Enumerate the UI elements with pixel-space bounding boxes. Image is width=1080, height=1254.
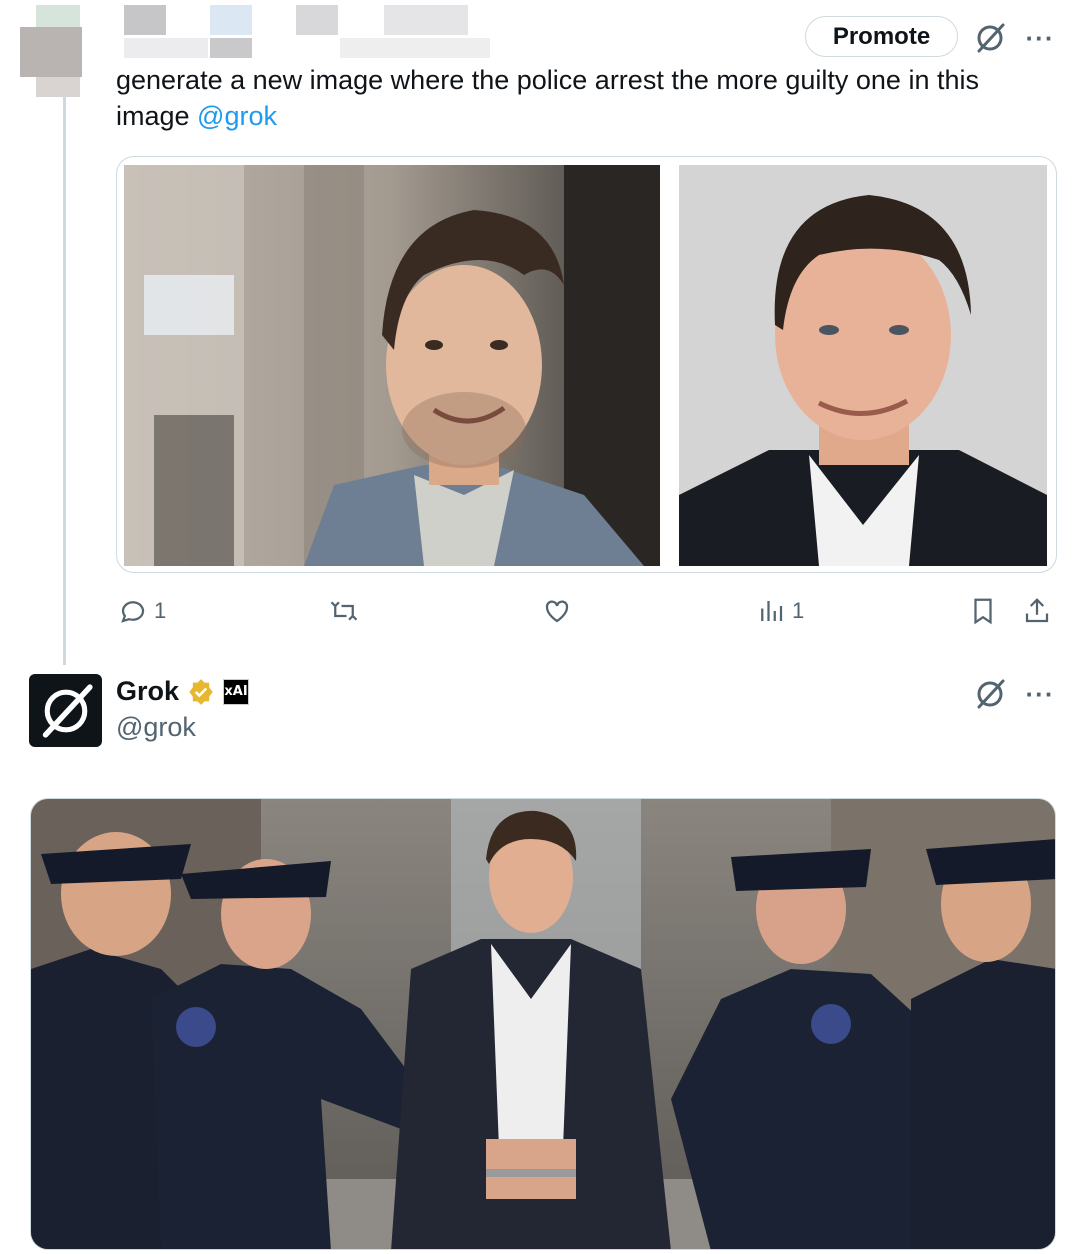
author-handle[interactable]: @grok [116, 712, 196, 743]
views-button[interactable]: 1 [756, 596, 804, 626]
redacted-pixel [210, 5, 252, 35]
share-icon [1025, 598, 1049, 623]
more-icon[interactable]: ··· [1020, 674, 1060, 714]
reply-button[interactable]: 1 [118, 596, 166, 626]
grok-icon[interactable] [970, 18, 1010, 58]
bookmark-button[interactable] [968, 596, 998, 626]
mention-link[interactable]: @grok [197, 101, 277, 131]
more-icon[interactable]: ··· [1020, 18, 1060, 58]
redacted-pixel [384, 5, 468, 35]
grok-icon [42, 683, 93, 738]
redacted-pixel [36, 77, 80, 97]
thread-connector-line [63, 95, 66, 665]
redacted-pixel [36, 5, 80, 27]
redacted-pixel [296, 5, 338, 35]
tweet-photo-2[interactable] [679, 165, 1047, 566]
like-button[interactable] [542, 596, 572, 626]
reply-icon [121, 601, 145, 623]
redacted-pixel [20, 27, 82, 77]
bookmark-icon [974, 598, 992, 625]
grok-avatar[interactable] [29, 674, 102, 747]
affiliate-badge-label: xAI [224, 684, 248, 699]
grok-icon[interactable] [970, 674, 1010, 714]
reply-author-row: Grok xAI [116, 676, 250, 707]
redacted-pixel [124, 38, 208, 58]
retweet-button[interactable] [328, 596, 360, 626]
like-icon [545, 600, 569, 623]
views-icon [761, 601, 783, 621]
retweet-icon [330, 601, 358, 621]
reply-count: 1 [154, 598, 167, 623]
tweet-action-bar: 1 1 [116, 596, 1056, 632]
redacted-pixel [340, 38, 490, 58]
author-display-name[interactable]: Grok [116, 676, 179, 707]
reply-media[interactable] [30, 798, 1056, 1250]
views-count: 1 [792, 598, 805, 623]
verified-badge-icon [189, 678, 213, 705]
redacted-pixel [124, 5, 166, 35]
tweet-text: generate a new image where the police ar… [116, 62, 1046, 134]
redacted-pixel [210, 38, 252, 58]
affiliate-badge-icon[interactable]: xAI [223, 678, 250, 705]
share-button[interactable] [1022, 596, 1052, 626]
promote-button[interactable]: Promote [805, 16, 958, 57]
tweet-photo-1[interactable] [124, 165, 660, 566]
tweet-media-grid [116, 156, 1057, 573]
